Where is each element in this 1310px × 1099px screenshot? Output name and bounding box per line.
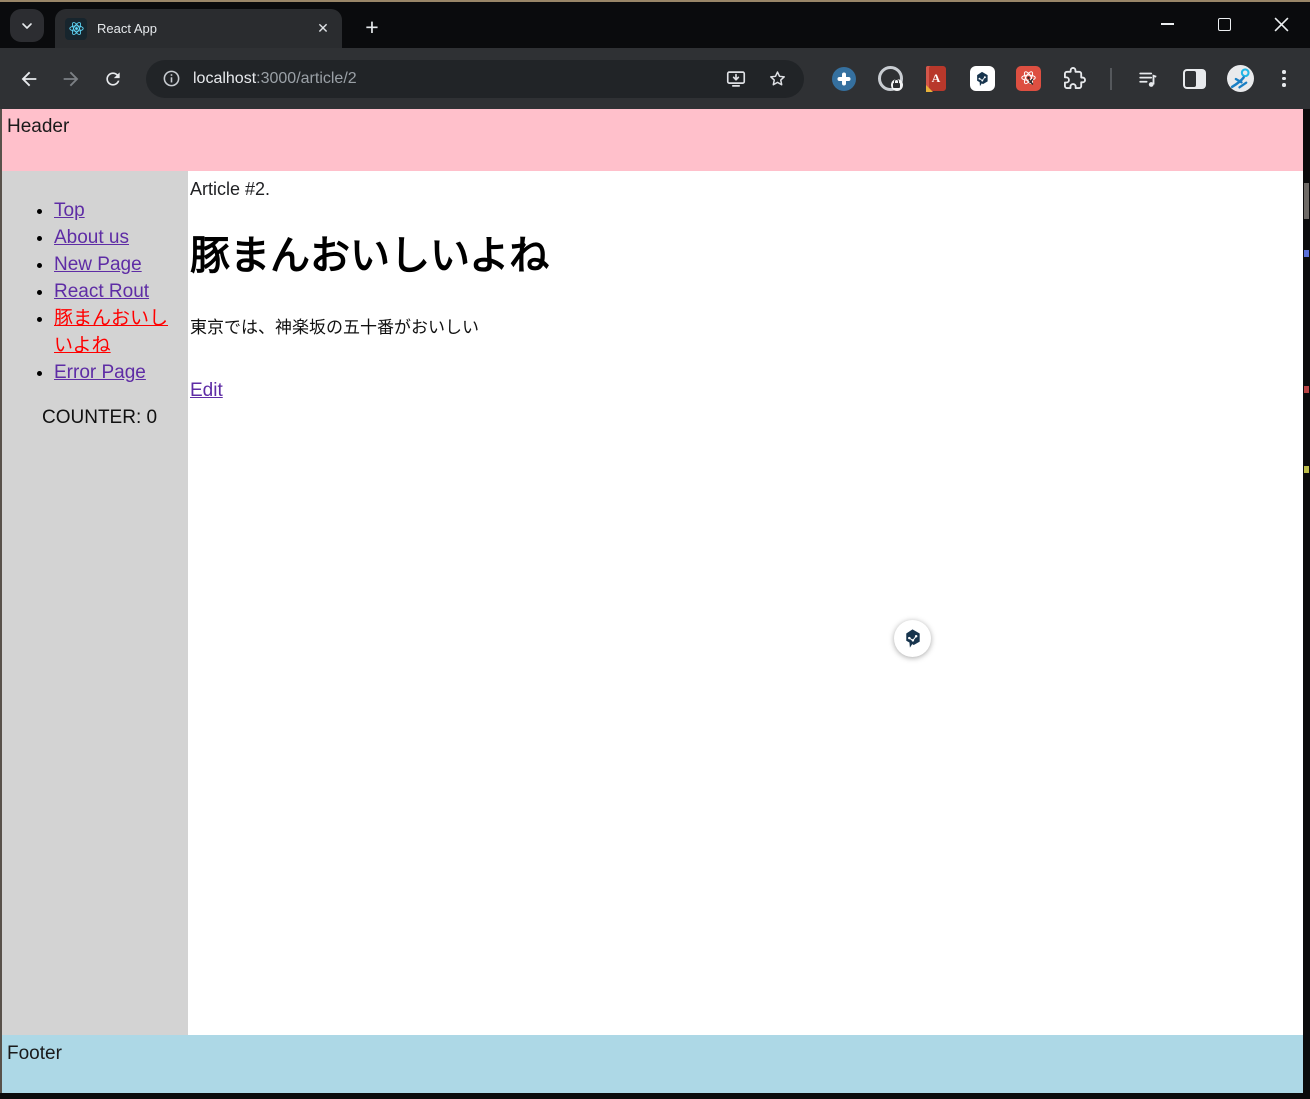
address-bar[interactable]: localhost:3000/article/2 — [146, 59, 804, 98]
edit-link[interactable]: Edit — [190, 380, 223, 401]
extension-chat-bubble-icon[interactable] — [969, 66, 995, 92]
site-info-icon[interactable] — [162, 69, 181, 88]
profile-avatar[interactable] — [1227, 65, 1254, 92]
page-viewport: Header Top About us New Page React Rout … — [0, 109, 1303, 1093]
media-controls-icon[interactable] — [1135, 66, 1161, 92]
scroll-marker-yellow — [1304, 466, 1309, 473]
browser-chrome: React App ✕ + localhost:3000/article/2 A — [0, 0, 1310, 109]
sidebar-link-about[interactable]: About us — [54, 227, 129, 248]
extension-floating-badge[interactable] — [894, 620, 931, 657]
react-favicon-icon — [65, 17, 87, 40]
browser-toolbar: localhost:3000/article/2 A — [0, 48, 1310, 109]
scroll-marker-blue — [1304, 250, 1309, 257]
sidebar-link-new-page[interactable]: New Page — [54, 254, 142, 275]
new-tab-button[interactable]: + — [359, 14, 385, 40]
header-label: Header — [7, 116, 70, 137]
sidebar-item-error-page: Error Page — [54, 359, 178, 386]
omnibox-actions — [725, 68, 788, 90]
sidebar: Top About us New Page React Rout 豚まんおいしい… — [2, 171, 188, 1035]
sidebar-nav-list: Top About us New Page React Rout 豚まんおいしい… — [2, 197, 178, 386]
react-devtools-icon[interactable] — [1015, 66, 1041, 92]
sidebar-item-new-page: New Page — [54, 251, 178, 278]
article-title: 豚まんおいしいよね — [190, 234, 550, 278]
sidebar-link-react-rout[interactable]: React Rout — [54, 281, 149, 302]
url-text: localhost:3000/article/2 — [193, 70, 357, 88]
toolbar-separator — [1110, 67, 1112, 90]
edit-link-wrap: Edit — [190, 380, 1303, 402]
main-content: Article #2. 豚まんおいしいよね 東京では、神楽坂の五十番がおいしい … — [188, 171, 1303, 1035]
close-window-icon — [1274, 17, 1289, 31]
side-panel-icon[interactable] — [1181, 66, 1207, 92]
sidebar-item-about: About us — [54, 224, 178, 251]
close-window-button[interactable] — [1253, 0, 1310, 48]
reload-icon — [106, 71, 120, 86]
counter-label: COUNTER: 0 — [42, 407, 158, 428]
extension-clock-lock-icon[interactable] — [877, 66, 903, 92]
window-controls — [1139, 0, 1310, 48]
back-icon — [21, 71, 37, 86]
close-tab-icon[interactable]: ✕ — [312, 18, 334, 40]
url-path: :3000/article/2 — [256, 69, 357, 87]
extensions-puzzle-icon[interactable] — [1061, 66, 1087, 92]
back-button[interactable] — [12, 62, 46, 96]
url-host: localhost — [193, 69, 257, 87]
browser-tab[interactable]: React App ✕ — [55, 9, 342, 48]
extension-red-dictionary-icon[interactable]: A — [923, 66, 949, 92]
reload-button[interactable] — [96, 62, 130, 96]
tab-title: React App — [97, 21, 157, 36]
article-eyebrow: Article #2. — [190, 179, 271, 199]
chevron-down-icon — [22, 22, 32, 29]
forward-icon — [63, 71, 79, 86]
tab-strip: React App ✕ + — [0, 0, 1310, 48]
sidebar-link-top[interactable]: Top — [54, 200, 85, 221]
install-app-icon[interactable] — [725, 68, 747, 90]
hexagon-chat-share-icon — [906, 629, 920, 648]
desktop-edge — [0, 0, 1310, 2]
footer-label: Footer — [7, 1043, 62, 1064]
sidebar-item-top: Top — [54, 197, 178, 224]
sidebar-item-butaman: 豚まんおいしいよね — [54, 305, 178, 359]
sidebar-nav: Top About us New Page React Rout 豚まんおいしい… — [2, 197, 188, 386]
forward-button[interactable] — [54, 62, 88, 96]
minimize-icon — [1161, 23, 1174, 25]
tab-search-button[interactable] — [10, 9, 44, 42]
extension-blue-cross-icon[interactable] — [831, 66, 857, 92]
content-row: Top About us New Page React Rout 豚まんおいしい… — [2, 171, 1303, 1035]
sidebar-link-error-page[interactable]: Error Page — [54, 362, 146, 383]
article-body: 東京では、神楽坂の五十番がおいしい — [190, 318, 479, 337]
extensions-row: A — [831, 65, 1294, 92]
site-footer: Footer — [2, 1035, 1303, 1093]
bookmark-star-icon[interactable] — [767, 68, 788, 89]
sidebar-item-react-rout: React Rout — [54, 278, 178, 305]
browser-menu-kebab-icon[interactable] — [1274, 66, 1294, 91]
scroll-marker-red — [1304, 386, 1309, 393]
site-header: Header — [2, 109, 1303, 171]
sidebar-link-butaman-active[interactable]: 豚まんおいしいよね — [54, 308, 168, 356]
maximize-icon — [1218, 17, 1231, 31]
scrollbar-thumb[interactable] — [1304, 183, 1309, 219]
minimize-button[interactable] — [1139, 0, 1196, 48]
maximize-button[interactable] — [1196, 0, 1253, 48]
